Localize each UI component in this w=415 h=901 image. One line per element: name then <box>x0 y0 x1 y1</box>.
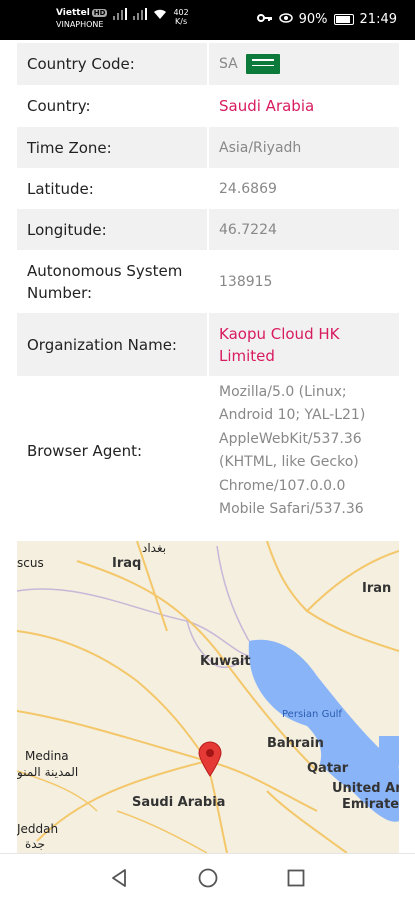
row-country-code: Country Code: SA <box>17 43 399 85</box>
signal-icon <box>113 8 128 20</box>
clock: 21:49 <box>359 12 397 27</box>
row-organization: Organization Name: Kaopu Cloud HK Limite… <box>17 313 399 376</box>
battery-icon <box>333 14 354 25</box>
row-asn: Autonomous System Number: 138915 <box>17 250 399 313</box>
map-label-medina-ar: المدينة المنو <box>17 765 79 779</box>
status-bar: Viettel HD VINAPHONE 402 K/s 90% 21:49 <box>0 0 415 40</box>
map-label-jeddah: Jeddah <box>17 822 59 836</box>
carrier-info: Viettel HD VINAPHONE <box>56 8 108 30</box>
row-latitude: Latitude: 24.6869 <box>17 168 399 209</box>
eye-icon <box>278 12 293 27</box>
organization-text: Kaopu Cloud HK Limited <box>219 324 340 365</box>
label-organization: Organization Name: <box>27 335 177 354</box>
location-pin-icon[interactable] <box>198 741 222 777</box>
label-asn: Autonomous System Number: <box>27 261 183 302</box>
status-right: 90% 21:49 <box>256 12 397 27</box>
signal-icon-2 <box>133 8 148 20</box>
value-asn: 138915 <box>207 250 399 313</box>
country-text: Saudi Arabia <box>219 97 315 115</box>
carrier-2: VINAPHONE <box>56 20 104 29</box>
value-latitude: 24.6869 <box>207 168 399 209</box>
carrier-1: Viettel HD <box>56 8 108 18</box>
map-label-medina: Medina <box>25 749 69 763</box>
row-country: Country: Saudi Arabia <box>17 85 399 127</box>
row-longitude: Longitude: 46.7224 <box>17 209 399 250</box>
map-label-uae: United Ara <box>332 781 399 796</box>
map-label-jeddah-ar: جدة <box>25 837 46 851</box>
value-organization: Kaopu Cloud HK Limited <box>207 313 399 376</box>
label-time-zone: Time Zone: <box>27 138 112 157</box>
label-country: Country: <box>27 97 91 115</box>
system-nav-bar <box>0 853 415 901</box>
label-browser-agent: Browser Agent: <box>27 442 143 460</box>
value-browser-agent: Mozilla/5.0 (Linux; Android 10; YAL-L21)… <box>207 376 399 526</box>
map-label-bahrain: Bahrain <box>267 736 324 751</box>
value-longitude: 46.7224 <box>207 209 399 250</box>
map-label-kuwait: Kuwait <box>200 654 251 669</box>
page-content: Country Code: SA Country: Saudi Arabia T… <box>0 40 415 853</box>
map-label-saudi-arabia: Saudi Arabia <box>132 795 226 810</box>
carrier-badge: HD <box>91 9 108 17</box>
wifi-icon <box>153 8 167 23</box>
status-left: Viettel HD VINAPHONE 402 K/s <box>56 8 189 30</box>
home-icon[interactable] <box>196 866 220 890</box>
ip-info-table: Country Code: SA Country: Saudi Arabia T… <box>17 43 399 526</box>
country-code-text: SA <box>219 56 238 72</box>
recents-icon[interactable] <box>284 866 308 890</box>
back-icon[interactable] <box>108 866 132 890</box>
row-time-zone: Time Zone: Asia/Riyadh <box>17 127 399 168</box>
label-country-code: Country Code: <box>27 55 135 73</box>
map-label-qatar: Qatar <box>307 761 349 776</box>
saudi-flag-icon <box>245 54 280 74</box>
network-speed: 402 K/s <box>173 8 189 26</box>
row-browser-agent: Browser Agent: Mozilla/5.0 (Linux; Andro… <box>17 376 399 526</box>
map-label-persian-gulf: Persian Gulf <box>282 709 342 720</box>
map-label-iran: Iran <box>362 581 392 596</box>
location-map[interactable]: بغداد Iraq scus Iran Kuwait Persian Gulf… <box>17 541 399 853</box>
value-time-zone: Asia/Riyadh <box>207 127 399 168</box>
map-label-iraq: Iraq <box>112 556 142 571</box>
label-longitude: Longitude: <box>27 220 107 239</box>
label-latitude: Latitude: <box>27 179 94 198</box>
value-country: Saudi Arabia <box>207 85 399 127</box>
battery-percent: 90% <box>298 12 328 27</box>
map-label-baghdad: بغداد <box>142 541 167 555</box>
value-country-code: SA <box>207 43 399 85</box>
map-label-emirates: Emirates <box>342 797 399 812</box>
map-label-scus: scus <box>17 556 44 570</box>
key-icon <box>256 12 273 27</box>
